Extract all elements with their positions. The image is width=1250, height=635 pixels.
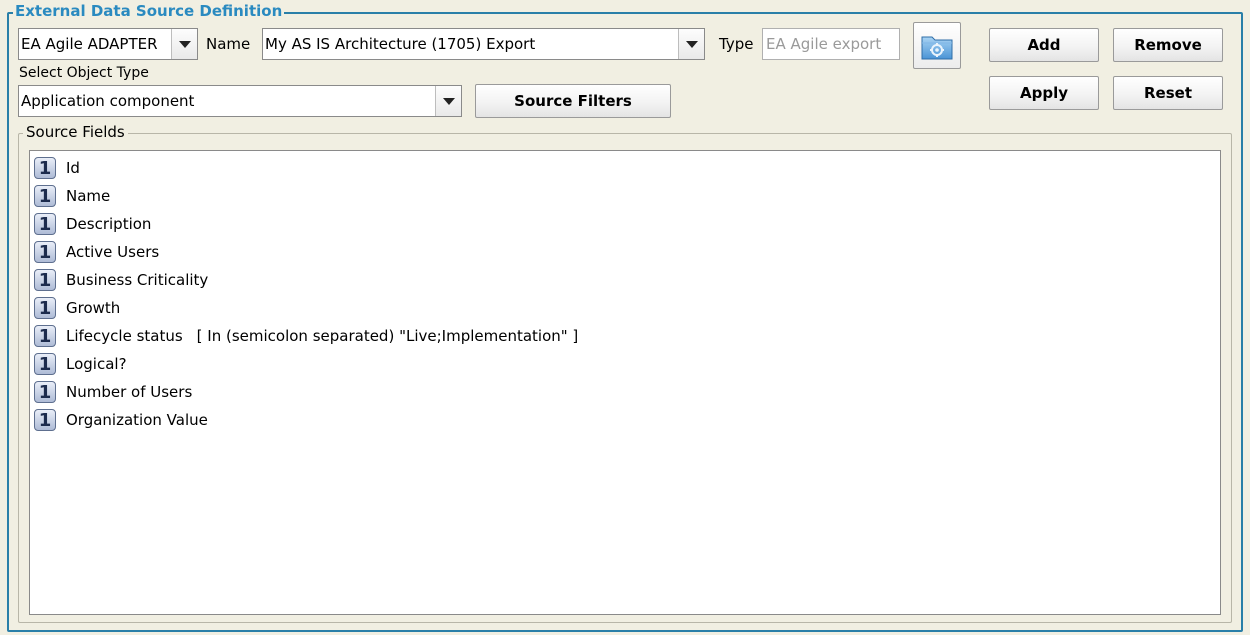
name-label: Name (206, 35, 251, 53)
single-value-badge-icon: 1 (34, 325, 56, 347)
add-button[interactable]: Add (989, 28, 1099, 62)
apply-button[interactable]: Apply (989, 76, 1099, 110)
list-item[interactable]: 1 Name (34, 184, 110, 208)
list-item[interactable]: 1 Active Users (34, 240, 159, 264)
list-item[interactable]: 1 Id (34, 156, 80, 180)
browse-settings-button[interactable] (913, 22, 961, 69)
object-type-label: Select Object Type (19, 65, 149, 81)
object-type-select-value: Application component (21, 92, 195, 110)
source-fields-list[interactable]: 1 Id 1 Name 1 Description 1 Active Users… (29, 150, 1221, 615)
single-value-badge-icon: 1 (34, 353, 56, 375)
list-item[interactable]: 1 Logical? (34, 352, 127, 376)
external-data-source-panel: External Data Source Definition EA Agile… (0, 0, 1250, 635)
name-select-value: My AS IS Architecture (1705) Export (265, 35, 536, 53)
field-name: Logical? (66, 355, 127, 373)
remove-button[interactable]: Remove (1113, 28, 1223, 62)
group-title: External Data Source Definition (13, 2, 285, 20)
field-name: Id (66, 159, 80, 177)
list-item[interactable]: 1 Business Criticality (34, 268, 208, 292)
adapter-select-value: EA Agile ADAPTER (21, 35, 158, 53)
chevron-down-icon[interactable] (678, 29, 704, 59)
field-name: Business Criticality (66, 271, 209, 289)
field-name: Name (66, 187, 111, 205)
source-filters-button[interactable]: Source Filters (475, 84, 671, 118)
field-name: Organization Value (66, 411, 208, 429)
field-name: Description (66, 215, 152, 233)
object-type-select[interactable]: Application component (18, 85, 462, 117)
field-name: Lifecycle status (66, 327, 183, 345)
single-value-badge-icon: 1 (34, 297, 56, 319)
field-name: Active Users (66, 243, 160, 261)
list-item[interactable]: 1 Number of Users (34, 380, 192, 404)
chevron-down-icon[interactable] (171, 29, 197, 59)
single-value-badge-icon: 1 (34, 269, 56, 291)
list-item[interactable]: 1 Organization Value (34, 408, 208, 432)
single-value-badge-icon: 1 (34, 241, 56, 263)
name-select[interactable]: My AS IS Architecture (1705) Export (262, 28, 705, 60)
single-value-badge-icon: 1 (34, 409, 56, 431)
single-value-badge-icon: 1 (34, 381, 56, 403)
list-item[interactable]: 1 Lifecycle status [ In (semicolon separ… (34, 324, 578, 348)
single-value-badge-icon: 1 (34, 157, 56, 179)
field-name: Growth (66, 299, 121, 317)
field-name: Number of Users (66, 383, 193, 401)
field-filter: [ In (semicolon separated) "Live;Impleme… (196, 327, 579, 345)
source-fields-title: Source Fields (23, 124, 128, 141)
single-value-badge-icon: 1 (34, 185, 56, 207)
type-field: EA Agile export (762, 28, 900, 60)
folder-gear-icon (921, 36, 953, 59)
single-value-badge-icon: 1 (34, 213, 56, 235)
list-item[interactable]: 1 Description (34, 212, 151, 236)
type-label: Type (719, 35, 754, 53)
adapter-select[interactable]: EA Agile ADAPTER (18, 28, 198, 60)
list-item[interactable]: 1 Growth (34, 296, 120, 320)
reset-button[interactable]: Reset (1113, 76, 1223, 110)
chevron-down-icon[interactable] (435, 86, 461, 116)
